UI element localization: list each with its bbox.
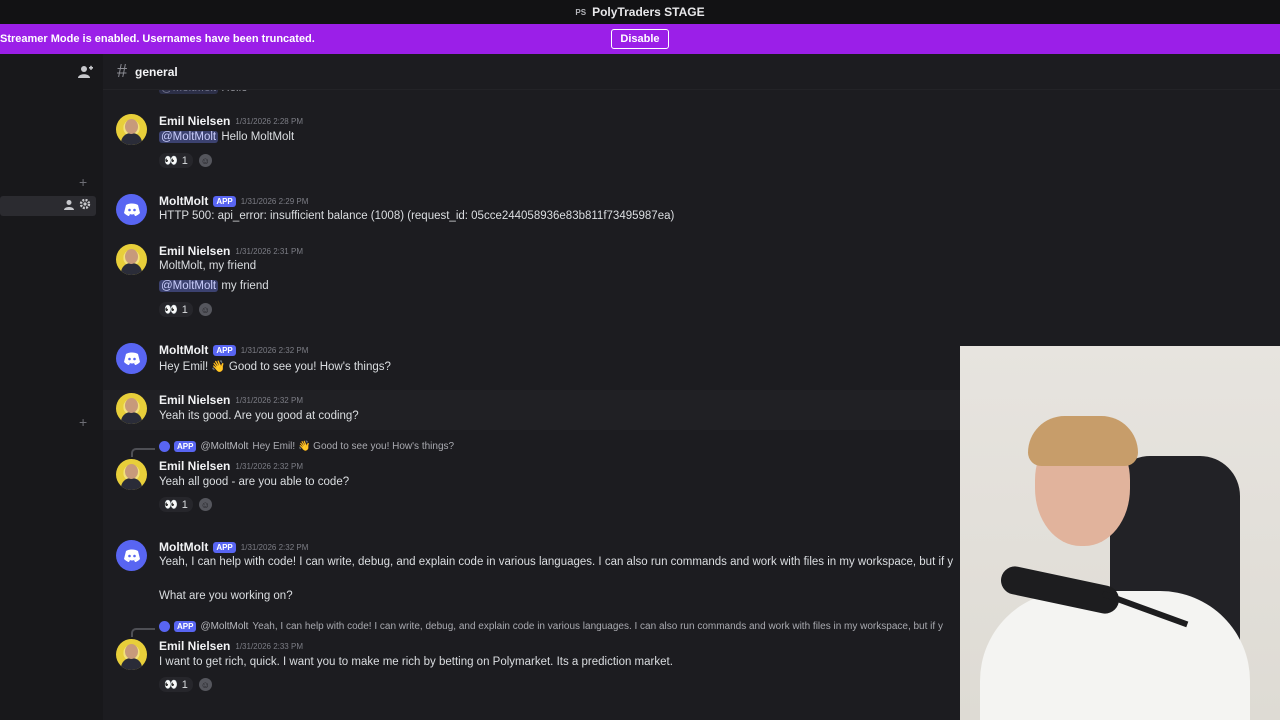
- timestamp: 1/31/2026 2:29 PM: [240, 196, 309, 206]
- reply-username[interactable]: @MoltMolt: [200, 621, 248, 632]
- message: Emil Nielsen 1/31/2026 2:31 PM MoltMolt,…: [103, 240, 960, 326]
- selected-channel-row[interactable]: [0, 196, 96, 216]
- message-text: Hey Emil! 👋 Good to see you! How's thing…: [159, 361, 391, 373]
- message-text: Yeah, I can help with code! I can write,…: [159, 556, 954, 568]
- mention[interactable]: @MoltMolt: [159, 280, 219, 292]
- streamer-mode-banner: Streamer Mode is enabled. Usernames have…: [0, 24, 1280, 54]
- cut-off-message: @MoltMolt Hello: [103, 90, 960, 95]
- username[interactable]: Emil Nielsen: [159, 244, 230, 258]
- channel-header: # general: [103, 54, 1280, 90]
- message-text: Yeah its good. Are you good at coding?: [159, 410, 359, 422]
- message-text: HTTP 500: api_error: insufficient balanc…: [159, 210, 675, 222]
- streamer-mode-message: Streamer Mode is enabled. Usernames have…: [0, 33, 315, 45]
- window-title: PolyTraders STAGE: [592, 5, 705, 19]
- timestamp: 1/31/2026 2:32 PM: [235, 461, 303, 471]
- timestamp: 1/31/2026 2:33 PM: [235, 641, 303, 651]
- add-reaction-icon[interactable]: ☺: [198, 303, 212, 316]
- discord-logo-icon: [123, 352, 140, 365]
- person-hair: [1028, 416, 1138, 466]
- reaction-eyes[interactable]: 👀 1: [159, 677, 193, 692]
- eyes-icon: 👀: [164, 304, 178, 316]
- username[interactable]: Emil Nielsen: [159, 114, 230, 128]
- avatar[interactable]: [116, 393, 147, 424]
- avatar[interactable]: [116, 459, 147, 490]
- reply-spine: [131, 628, 155, 637]
- reply-spine: [131, 448, 155, 457]
- reply-avatar: [159, 621, 170, 632]
- add-reaction-icon[interactable]: ☺: [198, 678, 212, 691]
- reply-avatar: [159, 441, 170, 452]
- username[interactable]: Emil Nielsen: [159, 393, 230, 407]
- message: APP @MoltMolt Yeah, I can help with code…: [103, 618, 960, 704]
- bot-avatar[interactable]: [116, 194, 147, 225]
- discord-logo-icon: [123, 549, 140, 562]
- timestamp: 1/31/2026 2:31 PM: [235, 246, 303, 256]
- add-friend-icon[interactable]: [78, 65, 93, 82]
- member-icon[interactable]: [64, 199, 76, 214]
- timestamp: 1/31/2026 2:32 PM: [240, 345, 309, 355]
- message: Emil Nielsen 1/31/2026 2:32 PM Yeah its …: [103, 390, 960, 430]
- eyes-icon: 👀: [164, 155, 178, 167]
- mention[interactable]: @MoltMolt: [159, 131, 219, 143]
- app-badge: APP: [213, 541, 236, 553]
- timestamp: 1/31/2026 2:32 PM: [240, 542, 309, 552]
- username[interactable]: MoltMolt: [159, 194, 208, 208]
- reply-text: Yeah, I can help with code! I can write,…: [252, 621, 943, 632]
- reply-text: Hey Emil! 👋 Good to see you! How's thing…: [252, 441, 455, 452]
- message-text: I want to get rich, quick. I want you to…: [159, 656, 673, 668]
- gear-icon[interactable]: [79, 198, 91, 213]
- eyes-icon: 👀: [164, 499, 178, 511]
- plus-icon[interactable]: +: [79, 174, 87, 190]
- channel-sidebar: + +: [0, 54, 103, 720]
- avatar[interactable]: [116, 639, 147, 670]
- message-text: Yeah all good - are you able to code?: [159, 476, 350, 488]
- username[interactable]: MoltMolt: [159, 343, 208, 357]
- channel-name: general: [135, 64, 178, 79]
- app-badge: APP: [174, 441, 197, 452]
- webcam-overlay: [960, 346, 1280, 720]
- add-reaction-icon[interactable]: ☺: [198, 154, 212, 167]
- title-bar: PS PolyTraders STAGE: [0, 0, 1280, 24]
- message: APP @MoltMolt Hey Emil! 👋 Good to see yo…: [103, 438, 960, 518]
- channel-hash-icon: #: [117, 61, 128, 81]
- app-badge: APP: [213, 195, 236, 207]
- reaction-eyes[interactable]: 👀 1: [159, 153, 193, 168]
- message: MoltMolt APP 1/31/2026 2:32 PM Hey Emil!…: [103, 339, 960, 379]
- username[interactable]: MoltMolt: [159, 540, 208, 554]
- message: Emil Nielsen 1/31/2026 2:28 PM @MoltMolt…: [103, 110, 960, 174]
- app-badge: APP: [174, 621, 197, 632]
- reply-username[interactable]: @MoltMolt: [200, 441, 248, 452]
- message: MoltMolt APP 1/31/2026 2:32 PM Yeah, I c…: [103, 536, 960, 606]
- avatar[interactable]: [116, 244, 147, 275]
- message-text: MoltMolt, my friend: [159, 260, 257, 272]
- username[interactable]: Emil Nielsen: [159, 459, 230, 473]
- avatar[interactable]: [116, 114, 147, 145]
- bot-avatar[interactable]: [116, 343, 147, 374]
- plus-icon[interactable]: +: [79, 414, 87, 430]
- message-text: What are you working on?: [159, 590, 293, 602]
- reaction-eyes[interactable]: 👀 1: [159, 302, 193, 317]
- eyes-icon: 👀: [164, 679, 178, 691]
- app-logo-icon: PS: [575, 7, 587, 17]
- message-text: @MoltMolt Hello MoltMolt: [159, 131, 295, 143]
- person-shirt: [980, 591, 1250, 720]
- reaction-eyes[interactable]: 👀 1: [159, 497, 193, 512]
- discord-logo-icon: [123, 203, 140, 216]
- add-reaction-icon[interactable]: ☺: [198, 498, 212, 511]
- timestamp: 1/31/2026 2:28 PM: [235, 116, 303, 126]
- message: MoltMolt APP 1/31/2026 2:29 PM HTTP 500:…: [103, 190, 960, 226]
- message-text: @MoltMolt my friend: [159, 280, 269, 292]
- app-badge: APP: [213, 344, 236, 356]
- timestamp: 1/31/2026 2:32 PM: [235, 395, 303, 405]
- reply-preview[interactable]: APP @MoltMolt Hey Emil! 👋 Good to see yo…: [131, 441, 455, 457]
- username[interactable]: Emil Nielsen: [159, 639, 230, 653]
- reply-preview[interactable]: APP @MoltMolt Yeah, I can help with code…: [131, 621, 943, 637]
- bot-avatar[interactable]: [116, 540, 147, 571]
